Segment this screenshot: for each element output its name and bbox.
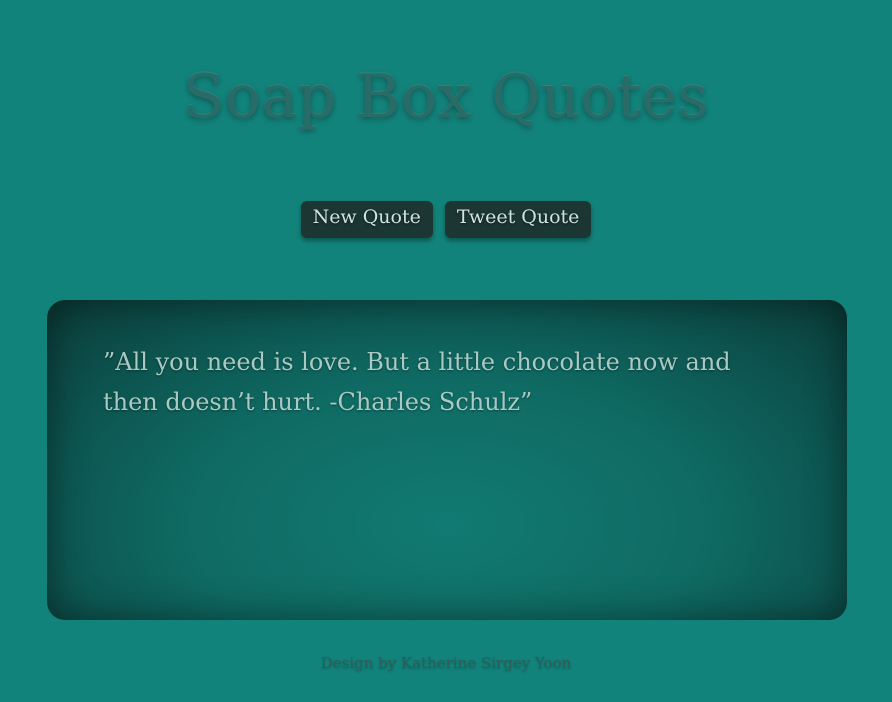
button-bar: New Quote Tweet Quote (0, 201, 892, 238)
footer-credit: Design by Katherine Sirgey Yoon (320, 654, 572, 672)
tweet-quote-button[interactable]: Tweet Quote (444, 201, 592, 238)
new-quote-button[interactable]: New Quote (300, 201, 433, 238)
page: Soap Box Quotes New Quote Tweet Quote ”Al… (0, 0, 892, 702)
page-title: Soap Box Quotes (183, 62, 709, 132)
quote-box: ”All you need is love. But a little choc… (47, 300, 847, 620)
quote-text: ”All you need is love. But a little choc… (103, 348, 731, 416)
